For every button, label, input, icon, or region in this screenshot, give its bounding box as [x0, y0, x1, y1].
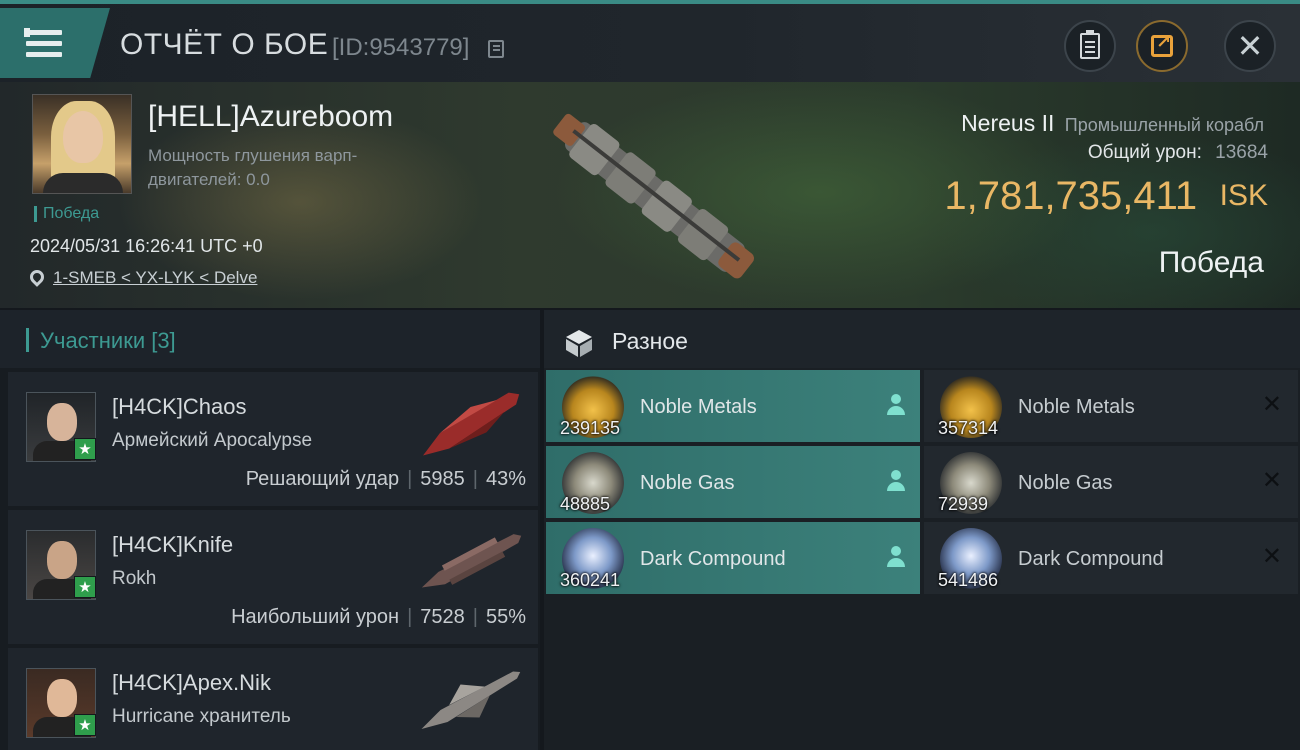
- participant-ship-image: [421, 671, 521, 729]
- loot-item-destroyed[interactable]: 357314 Noble Metals ✕: [924, 370, 1298, 442]
- loot-name: Dark Compound: [640, 548, 786, 570]
- destroyed-x-icon: ✕: [1261, 467, 1282, 494]
- user-icon: [886, 394, 906, 416]
- ship-name-text: Nereus II: [961, 110, 1055, 136]
- participant-stats: Наибольший урон | 7528 | 55%: [231, 606, 526, 628]
- kill-datetime: 2024/05/31 16:26:41 UTC +0: [30, 236, 263, 256]
- top-bar: ОТЧЁТ О БОЕ [ID:9543779] ✕: [0, 0, 1300, 82]
- location-pin-icon: [27, 267, 47, 287]
- isk-amount: 1,781,735,411: [944, 174, 1198, 218]
- participants-panel: Участники [3] ★ [H4CK]Chaos Армейский Ap…: [0, 310, 540, 750]
- misc-header: Разное: [544, 310, 1300, 368]
- participant-ship: Hurricane хранитель: [112, 706, 291, 727]
- victim-portrait[interactable]: [32, 94, 132, 194]
- close-icon: ✕: [1236, 28, 1264, 64]
- loot-qty: 541486: [938, 570, 999, 590]
- participant-name: [H4CK]Apex.Nik: [112, 670, 271, 695]
- loot-item-dropped[interactable]: 239135 Noble Metals: [546, 370, 920, 442]
- participant-ship: Армейский Apocalypse: [112, 430, 313, 451]
- participant-damage: 7528: [420, 606, 465, 628]
- misc-title: Разное: [612, 328, 688, 354]
- destroyed-x-icon: ✕: [1261, 391, 1282, 418]
- share-icon: [1151, 32, 1173, 57]
- copy-icon[interactable]: [488, 40, 504, 58]
- status-tag: Победа: [34, 206, 99, 222]
- participant-stats: Решающий удар | 5985 | 43%: [245, 468, 526, 490]
- close-button[interactable]: ✕: [1224, 20, 1276, 72]
- menu-icon: [24, 28, 62, 58]
- destroyed-x-icon: ✕: [1261, 543, 1282, 570]
- total-damage-value: 13684: [1215, 142, 1268, 163]
- isk-currency: ISK: [1219, 179, 1268, 212]
- total-damage-label: Общий урон:: [1087, 142, 1202, 163]
- clipboard-icon: [1080, 30, 1100, 59]
- star-icon: ★: [74, 576, 96, 598]
- loot-name: Noble Gas: [1018, 472, 1113, 494]
- participants-header: Участники [3]: [0, 310, 540, 368]
- victim-ship-image[interactable]: [530, 92, 780, 302]
- participant-percent: 55%: [485, 606, 526, 628]
- participant-ship: Rokh: [112, 568, 157, 589]
- victim-name[interactable]: [HELL]Azureboom: [148, 100, 393, 134]
- victim-summary: [HELL]Azureboom Мощность глушения варп-д…: [0, 82, 1300, 308]
- misc-panel: Разное 239135 Noble Metals 48885 Noble G…: [544, 310, 1300, 750]
- participant-row[interactable]: ★ [H4CK]Chaos Армейский Apocalypse Решаю…: [8, 372, 538, 506]
- loot-name: Noble Metals: [1018, 396, 1135, 418]
- cube-icon: [566, 330, 592, 357]
- loot-item-destroyed[interactable]: 72939 Noble Gas ✕: [924, 446, 1298, 518]
- loot-name: Noble Metals: [640, 396, 757, 418]
- isk-value: 1,781,735,411 ISK: [944, 174, 1268, 219]
- participant-ship-image: [423, 392, 520, 456]
- share-button[interactable]: [1136, 20, 1188, 72]
- user-icon: [886, 546, 906, 568]
- participant-row[interactable]: ★ [H4CK]Knife Rokh Наибольший урон | 7528 |…: [8, 510, 538, 644]
- page-title: ОТЧЁТ О БОЕ: [120, 28, 329, 61]
- user-icon: [886, 470, 906, 492]
- loot-qty: 357314: [938, 418, 999, 438]
- report-id: [ID:9543779]: [332, 34, 470, 61]
- warp-disruption-label: Мощность глушения варп-двигателей: 0.0: [148, 146, 358, 189]
- loot-item-dropped[interactable]: 360241 Dark Compound: [546, 522, 920, 594]
- location-link[interactable]: 1-SMEB < YX-LYK < Delve: [53, 268, 257, 288]
- star-icon: ★: [74, 438, 96, 460]
- star-icon: ★: [74, 714, 96, 736]
- battle-outcome: Победа: [1158, 246, 1264, 279]
- participant-name: [H4CK]Knife: [112, 532, 234, 557]
- participant-name: [H4CK]Chaos: [112, 394, 247, 419]
- loot-item-dropped[interactable]: 48885 Noble Gas: [546, 446, 920, 518]
- clipboard-button[interactable]: [1064, 20, 1116, 72]
- participants-title: Участники [3]: [40, 328, 176, 353]
- participant-role: Решающий удар: [245, 468, 400, 490]
- participant-role: Наибольший урон: [231, 606, 400, 628]
- participant-percent: 43%: [485, 468, 526, 490]
- menu-button[interactable]: [0, 8, 110, 78]
- total-damage: Общий урон: 13684: [1088, 142, 1268, 164]
- participant-ship-image: [421, 534, 522, 588]
- loot-qty: 72939: [938, 494, 989, 514]
- loot-qty: 48885: [560, 494, 611, 514]
- loot-name: Noble Gas: [640, 472, 735, 494]
- participant-row[interactable]: ★ [H4CK]Apex.Nik Hurricane хранитель: [8, 648, 538, 750]
- participant-damage: 5985: [420, 468, 465, 490]
- loot-qty: 360241: [560, 570, 621, 590]
- ship-class: Промышленный корабл: [1064, 115, 1264, 135]
- loot-qty: 239135: [560, 418, 621, 438]
- loot-item-destroyed[interactable]: 541486 Dark Compound ✕: [924, 522, 1298, 594]
- victim-ship-name: Nereus II Промышленный корабл: [961, 110, 1264, 137]
- loot-name: Dark Compound: [1018, 548, 1164, 570]
